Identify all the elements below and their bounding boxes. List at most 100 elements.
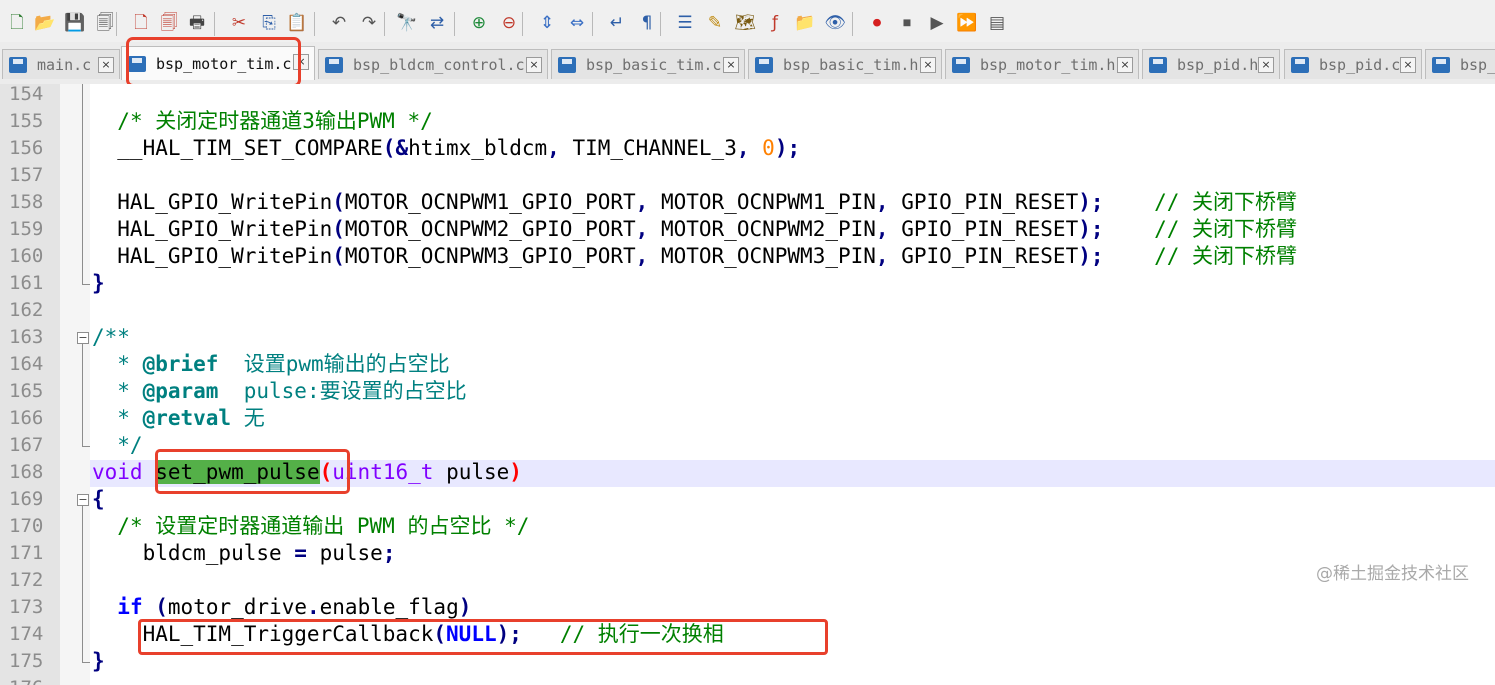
tab-close-icon[interactable]: ×	[920, 57, 936, 73]
file-saved-icon	[325, 56, 343, 73]
code-line[interactable]: HAL_GPIO_WritePin(MOTOR_OCNPWM3_GPIO_POR…	[92, 243, 1297, 270]
print-icon[interactable]: 🖶	[184, 9, 210, 37]
code-token: {	[92, 487, 105, 511]
code-comment: /**	[92, 325, 130, 349]
tab-bsp-motor-tim-h[interactable]: bsp_motor_tim.h ×	[945, 49, 1139, 79]
zoom-out-icon[interactable]: ⊖	[496, 9, 522, 37]
code-comment: @brief	[142, 352, 219, 376]
code-line[interactable]: */	[92, 432, 142, 459]
tab-close-icon[interactable]: ×	[1400, 57, 1416, 73]
word-wrap-icon[interactable]: ↵	[604, 9, 630, 37]
line-number: 172	[9, 569, 44, 591]
zoom-in-icon[interactable]: ⊕	[466, 9, 492, 37]
code-token: ,	[635, 244, 649, 268]
toolbar-separator	[592, 12, 593, 36]
line-number: 159	[9, 218, 44, 240]
tab-close-icon[interactable]: ×	[526, 57, 542, 73]
tab-bsp-basic-tim-h[interactable]: bsp_basic_tim.h ×	[748, 49, 942, 79]
code-line[interactable]: }	[92, 648, 105, 675]
tab-label: bsp_basic_tim.c	[586, 55, 722, 74]
line-number: 161	[9, 272, 44, 294]
toolbar-separator	[314, 12, 315, 36]
code-comment: // 关闭下桥臂	[1154, 244, 1298, 268]
code-line[interactable]: /* 设置定时器通道输出 PWM 的占空比 */	[92, 513, 529, 540]
code-line[interactable]: * @brief 设置pwm输出的占空比	[92, 351, 449, 378]
tab-bsp-basic-tim-c[interactable]: bsp_basic_tim.c ×	[551, 49, 745, 79]
close-all-icon[interactable]: 🗐	[156, 9, 182, 37]
code-line[interactable]: * @param pulse:要设置的占空比	[92, 378, 466, 405]
code-comment: *	[92, 406, 143, 430]
sync-vertical-icon[interactable]: ⇕	[534, 9, 560, 37]
save-all-icon[interactable]: 🗐	[92, 9, 118, 37]
macro-run-multiple-icon[interactable]: ⏩	[954, 9, 980, 37]
fold-end-marker	[82, 662, 90, 663]
line-number: 156	[9, 137, 44, 159]
open-file-icon[interactable]: 📂	[32, 9, 58, 37]
monitoring-icon[interactable]: 👁	[822, 9, 848, 37]
undo-icon[interactable]: ↶	[326, 9, 352, 37]
macro-stop-icon[interactable]: ⏹	[894, 9, 920, 37]
toolbar-separator	[660, 12, 661, 36]
redo-icon[interactable]: ↷	[356, 9, 382, 37]
code-token: __HAL_TIM_SET_COMPARE	[92, 136, 383, 160]
code-line[interactable]: * @retval 无	[92, 405, 264, 432]
sync-horizontal-icon[interactable]: ⇔	[564, 9, 590, 37]
code-comment: *	[92, 352, 143, 376]
function-list-icon[interactable]: ƒ	[762, 9, 788, 37]
code-line[interactable]: HAL_GPIO_WritePin(MOTOR_OCNPWM1_GPIO_POR…	[92, 189, 1297, 216]
tab-bsp-pid-h[interactable]: bsp_pid.h ×	[1142, 49, 1280, 79]
tab-close-icon[interactable]: ×	[98, 57, 114, 73]
fold-collapse-icon[interactable]: −	[77, 494, 89, 506]
folder-workspace-icon[interactable]: 📁	[792, 9, 818, 37]
code-line[interactable]: if (motor_drive.enable_flag)	[92, 594, 471, 621]
toolbar-separator	[116, 12, 117, 36]
tab-bsp-bldcm-control-c[interactable]: bsp_bldcm_control.c ×	[318, 49, 548, 79]
document-map-icon[interactable]: 🗺	[732, 9, 758, 37]
code-line[interactable]: }	[92, 270, 105, 297]
copy-icon[interactable]: ⎘	[256, 9, 282, 37]
code-token: MOTOR_OCNPWM3_PIN	[648, 244, 876, 268]
code-line[interactable]: bldcm_pulse = pulse;	[92, 540, 396, 567]
line-number: 164	[9, 353, 44, 375]
code-line[interactable]: HAL_GPIO_WritePin(MOTOR_OCNPWM2_GPIO_POR…	[92, 216, 1297, 243]
fold-collapse-icon[interactable]: −	[77, 332, 89, 344]
code-line[interactable]: /**	[92, 324, 130, 351]
tab-close-icon[interactable]: ×	[1117, 57, 1133, 73]
show-all-chars-icon[interactable]: ¶	[634, 9, 660, 37]
tab-bsp-pid-c[interactable]: bsp_pid.c ×	[1284, 49, 1422, 79]
line-number: 158	[9, 191, 44, 213]
code-line[interactable]: {	[92, 486, 105, 513]
cut-icon[interactable]: ✂	[226, 9, 252, 37]
macro-save-icon[interactable]: ▤	[984, 9, 1010, 37]
line-number: 170	[9, 515, 44, 537]
find-icon[interactable]: 🔭	[394, 9, 420, 37]
file-saved-icon	[558, 56, 576, 73]
replace-icon[interactable]: ⇄	[424, 9, 450, 37]
paste-icon[interactable]: 📋	[284, 9, 310, 37]
code-editor[interactable]: 154 155 156 157 158 159 160 161 162 163 164 165 166 1…	[0, 84, 1495, 685]
macro-play-icon[interactable]: ▶	[924, 9, 950, 37]
close-file-icon[interactable]: 🗋	[128, 9, 154, 37]
code-token: MOTOR_OCNPWM1_GPIO_PORT	[344, 190, 636, 214]
save-icon[interactable]: 💾	[62, 9, 88, 37]
code-token: ,	[736, 136, 750, 160]
tab-label: bsp_	[1460, 55, 1495, 74]
line-number: 175	[9, 650, 44, 672]
tab-main-c[interactable]: main.c ×	[2, 49, 120, 79]
file-saved-icon	[1149, 56, 1167, 73]
code-token: ;	[382, 541, 396, 565]
new-file-icon[interactable]: 🗋	[4, 9, 30, 37]
code-line[interactable]: __HAL_TIM_SET_COMPARE(&htimx_bldcm, TIM_…	[92, 135, 800, 162]
tab-bsp[interactable]: bsp_	[1425, 49, 1495, 79]
fold-guide-line	[82, 344, 83, 446]
user-language-icon[interactable]: ✎	[702, 9, 728, 37]
indent-guide-icon[interactable]: ☰	[672, 9, 698, 37]
tab-close-icon[interactable]: ×	[723, 57, 739, 73]
code-line[interactable]: /* 关闭定时器通道3输出PWM */	[92, 108, 432, 135]
code-comment: /* 设置定时器通道输出 PWM 的占空比 */	[117, 514, 530, 538]
macro-record-icon[interactable]: ⏺	[864, 9, 890, 37]
tab-close-icon[interactable]: ×	[1258, 57, 1274, 73]
code-comment: // 关闭下桥臂	[1154, 190, 1298, 214]
